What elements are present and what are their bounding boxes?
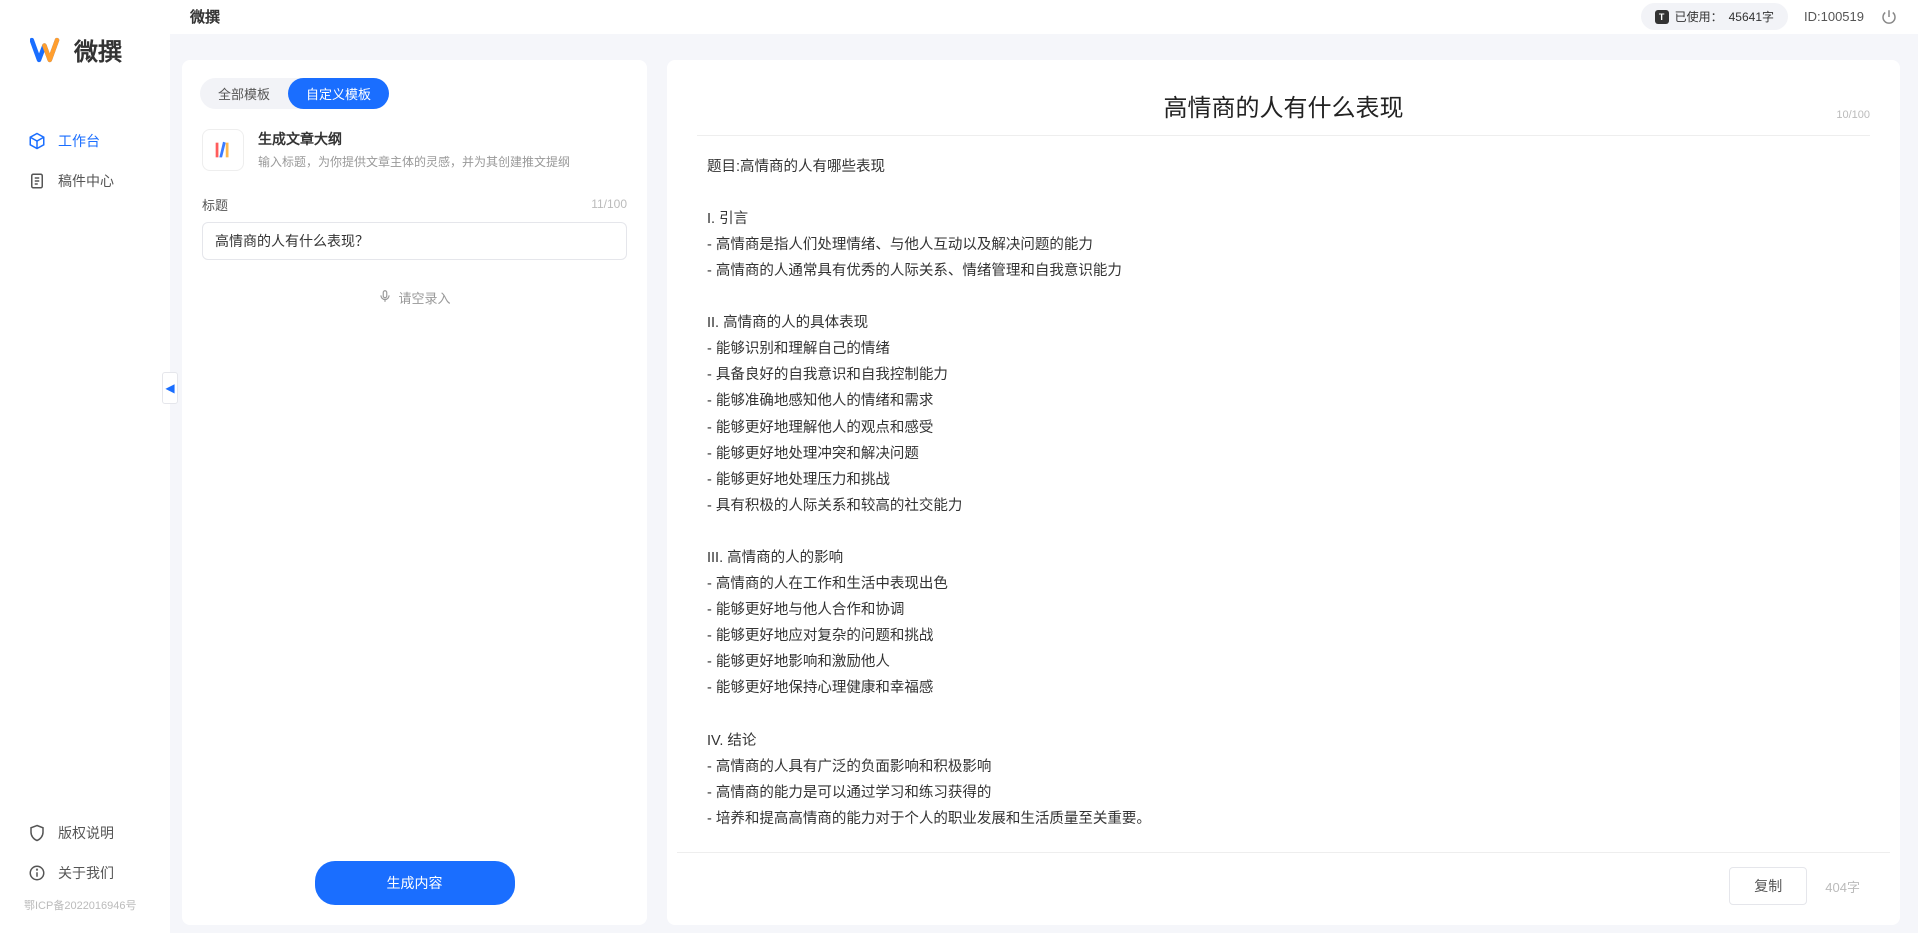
- mic-icon: [378, 289, 392, 306]
- content-area: 全部模板 自定义模板 生成文章大纲 输入标题，: [170, 34, 1918, 933]
- usage-value: 45641字: [1729, 8, 1774, 25]
- nav-label: 稿件中心: [58, 171, 114, 191]
- template-icon: [202, 129, 244, 171]
- nav-item-workbench[interactable]: 工作台: [0, 121, 170, 161]
- sidebar-bottom: 版权说明 关于我们 鄂ICP备2022016946号: [0, 813, 170, 933]
- output-title: 高情商的人有什么表现: [707, 88, 1860, 123]
- shield-icon: [28, 824, 46, 842]
- tab-all-templates[interactable]: 全部模板: [200, 78, 288, 109]
- generate-button[interactable]: 生成内容: [315, 861, 515, 905]
- usage-pill[interactable]: T 已使用： 45641字: [1641, 3, 1788, 30]
- text-badge-icon: T: [1655, 10, 1669, 24]
- title-form: 标题 11/100: [182, 191, 647, 264]
- power-icon[interactable]: [1880, 8, 1898, 26]
- voice-input-row[interactable]: 请空录入: [182, 264, 647, 331]
- topbar: 微撰 T 已使用： 45641字 ID:100519: [170, 0, 1918, 34]
- template-desc: 输入标题，为你提供文章主体的灵感，并为其创建推文提纲: [258, 153, 570, 170]
- logo: 微撰: [0, 0, 170, 91]
- sidebar: 微撰 工作台 稿件中心: [0, 0, 170, 933]
- copy-button[interactable]: 复制: [1729, 867, 1807, 905]
- output-footer: 复制 404字: [677, 852, 1890, 925]
- output-word-count: 404字: [1825, 877, 1860, 896]
- tab-custom-templates[interactable]: 自定义模板: [288, 78, 389, 109]
- sidebar-collapse-handle[interactable]: ◀: [162, 372, 178, 404]
- sidebar-item-label: 关于我们: [58, 863, 114, 883]
- usage-label: 已使用：: [1675, 8, 1723, 25]
- template-name: 生成文章大纲: [258, 129, 570, 149]
- nav-label: 工作台: [58, 131, 100, 151]
- voice-hint: 请空录入: [398, 288, 450, 307]
- output-panel: 高情商的人有什么表现 10/100 题目:高情商的人有哪些表现 I. 引言 - …: [667, 60, 1900, 925]
- sidebar-item-about[interactable]: 关于我们: [0, 853, 170, 893]
- title-input[interactable]: [202, 222, 627, 260]
- info-icon: [28, 864, 46, 882]
- page-title: 微撰: [190, 6, 220, 27]
- output-title-count: 10/100: [1836, 109, 1870, 121]
- output-body[interactable]: 题目:高情商的人有哪些表现 I. 引言 - 高情商是指人们处理情绪、与他人互动以…: [667, 136, 1900, 852]
- sidebar-item-copyright[interactable]: 版权说明: [0, 813, 170, 853]
- icp-text: 鄂ICP备2022016946号: [0, 893, 170, 917]
- nav: 工作台 稿件中心: [0, 91, 170, 201]
- output-header: 高情商的人有什么表现 10/100: [667, 60, 1900, 135]
- user-id: ID:100519: [1804, 9, 1864, 24]
- template-tabs: 全部模板 自定义模板: [182, 60, 647, 117]
- input-panel: 全部模板 自定义模板 生成文章大纲 输入标题，: [182, 60, 647, 925]
- title-char-count: 11/100: [591, 197, 627, 211]
- template-card: 生成文章大纲 输入标题，为你提供文章主体的灵感，并为其创建推文提纲: [182, 117, 647, 191]
- main: 微撰 T 已使用： 45641字 ID:100519 全部模板 自定义模板: [170, 0, 1918, 933]
- nav-item-drafts[interactable]: 稿件中心: [0, 161, 170, 201]
- logo-mark-icon: [30, 36, 66, 64]
- title-label: 标题: [202, 195, 228, 214]
- chevron-left-icon: ◀: [165, 381, 174, 395]
- cube-icon: [28, 132, 46, 150]
- doc-icon: [28, 172, 46, 190]
- sidebar-item-label: 版权说明: [58, 823, 114, 843]
- logo-text: 微撰: [74, 32, 122, 67]
